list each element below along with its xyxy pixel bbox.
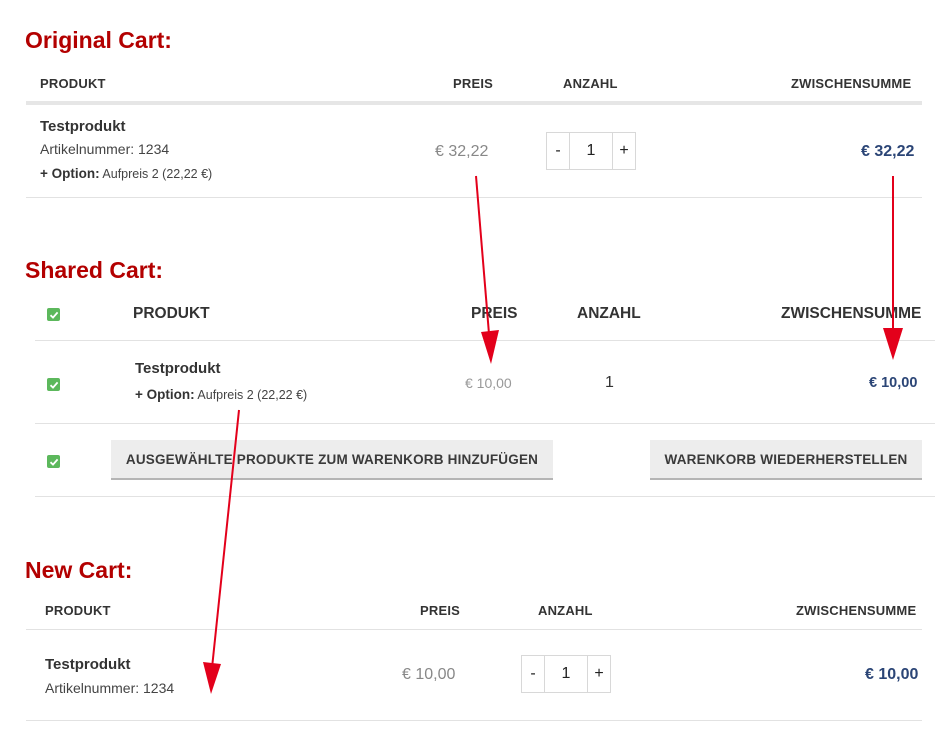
original-cart-title: Original Cart: — [25, 27, 172, 53]
new-cart-title: New Cart: — [25, 557, 133, 583]
shared-row-divider — [35, 423, 935, 424]
new-header-divider — [26, 629, 922, 630]
original-row-divider — [26, 197, 922, 198]
original-header-product: PRODUKT — [40, 76, 106, 91]
original-product-subtotal: € 32,22 — [861, 143, 915, 160]
shared-product-quantity: 1 — [605, 374, 614, 391]
original-header-price: PREIS — [453, 76, 494, 91]
new-product-name[interactable]: Testprodukt — [45, 656, 131, 673]
original-header-quantity: ANZAHL — [563, 76, 618, 91]
new-product-subtotal: € 10,00 — [865, 666, 919, 683]
shared-header-subtotal: ZWISCHENSUMME — [781, 305, 922, 322]
shared-item-checkbox[interactable] — [47, 378, 60, 391]
new-product-sku: Artikelnummer: 1234 — [45, 680, 175, 696]
original-quantity-stepper: - 1 + — [546, 132, 636, 170]
shared-product-name[interactable]: Testprodukt — [135, 360, 221, 377]
new-qty-minus-button[interactable]: - — [522, 656, 544, 692]
new-row-divider — [26, 720, 922, 721]
original-product-sku: Artikelnummer: 1234 — [40, 141, 170, 157]
new-header-quantity: ANZAHL — [538, 603, 593, 618]
original-header-subtotal: ZWISCHENSUMME — [791, 76, 912, 91]
new-qty-value[interactable]: 1 — [544, 656, 588, 692]
arrow-subtotal-icon — [883, 176, 903, 360]
original-product-option: + Option: Aufpreis 2 (22,22 €) — [40, 166, 212, 181]
add-selected-to-cart-button[interactable]: AUSGEWÄHLTE PRODUKTE ZUM WARENKORB HINZU… — [111, 440, 553, 480]
new-header-subtotal: ZWISCHENSUMME — [796, 603, 917, 618]
new-qty-plus-button[interactable]: + — [588, 656, 610, 692]
checkmark-icon — [49, 458, 58, 466]
original-qty-plus-button[interactable]: + — [613, 133, 635, 169]
original-option-value: Aufpreis 2 (22,22 €) — [102, 167, 213, 181]
shared-product-option: + Option: Aufpreis 2 (22,22 €) — [135, 387, 307, 402]
shared-product-subtotal: € 10,00 — [869, 375, 918, 391]
original-option-label: + Option: — [40, 166, 100, 181]
original-header-divider — [26, 101, 922, 105]
new-quantity-stepper: - 1 + — [521, 655, 611, 693]
restore-cart-button[interactable]: WARENKORB WIEDERHERSTELLEN — [650, 440, 922, 480]
shared-footer-divider — [35, 496, 935, 497]
shared-cart-title: Shared Cart: — [25, 257, 164, 283]
shared-option-label: + Option: — [135, 387, 195, 402]
new-header-product: PRODUKT — [45, 603, 111, 618]
shared-option-value: Aufpreis 2 (22,22 €) — [197, 388, 308, 402]
original-product-name[interactable]: Testprodukt — [40, 118, 126, 135]
original-qty-minus-button[interactable]: - — [547, 133, 569, 169]
shared-header-price: PREIS — [471, 305, 518, 322]
original-qty-value[interactable]: 1 — [569, 133, 613, 169]
new-header-price: PREIS — [420, 603, 461, 618]
new-product-price: € 10,00 — [402, 666, 456, 683]
checkmark-icon — [49, 311, 58, 319]
arrow-price-icon — [475, 175, 499, 364]
shared-product-price: € 10,00 — [465, 375, 512, 391]
original-product-price: € 32,22 — [435, 143, 489, 160]
shared-footer-checkbox[interactable] — [47, 455, 60, 468]
shared-header-product: PRODUKT — [133, 305, 210, 322]
shared-header-divider — [35, 340, 935, 341]
shared-header-quantity: ANZAHL — [577, 305, 641, 322]
checkmark-icon — [49, 381, 58, 389]
shared-select-all-checkbox[interactable] — [47, 308, 60, 321]
